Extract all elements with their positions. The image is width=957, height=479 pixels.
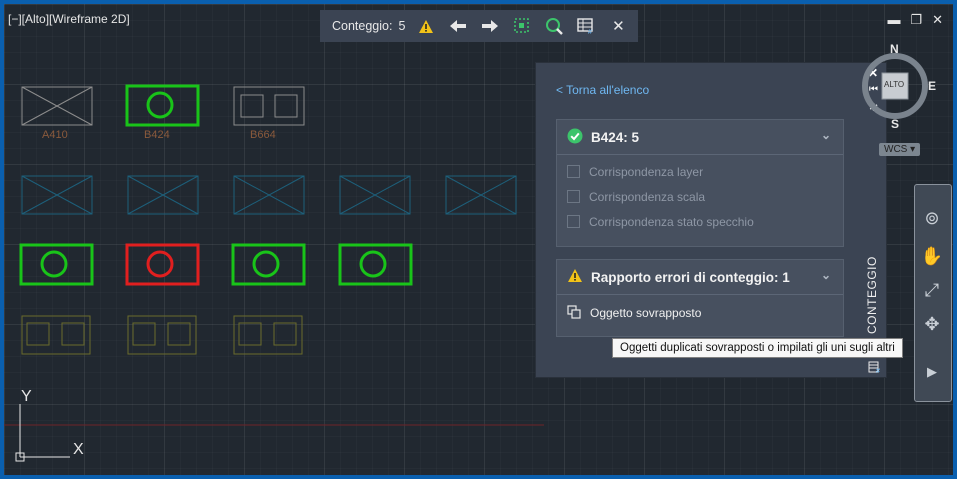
check-label: Corrispondenza scala [589, 189, 706, 204]
error-card-title: Rapporto errori di conteggio: 1 [591, 269, 790, 285]
block-b424-valid-1[interactable] [19, 243, 94, 286]
count-card-header[interactable]: B424: 5 ⌄ [557, 120, 843, 155]
pan-icon[interactable]: ✋ [919, 243, 945, 269]
orbit-icon[interactable]: ✥ [919, 311, 945, 337]
list-item[interactable]: Corrispondenza layer [557, 159, 843, 184]
block-b424-valid-2[interactable] [231, 243, 306, 286]
compass-north[interactable]: N [890, 42, 899, 56]
count-card: B424: 5 ⌄ Corrispondenza layer Corrispon… [556, 119, 844, 247]
insert-count-table-icon[interactable]: # [575, 15, 597, 37]
check-label: Corrispondenza layer [589, 164, 704, 179]
previous-arrow-icon[interactable] [447, 15, 469, 37]
block-b424-error[interactable] [125, 243, 200, 286]
svg-text:#: # [876, 368, 880, 374]
error-card-header[interactable]: Rapporto errori di conteggio: 1 ⌄ [557, 260, 843, 295]
drawing-viewport[interactable]: [−][Alto][Wireframe 2D] ▬ ❐ ✕ A410 B424 … [4, 4, 953, 475]
close-count-toolbar-button[interactable]: ✕ [607, 15, 629, 37]
tooltip: Oggetti duplicati sovrapposti o impilati… [612, 338, 903, 358]
showmotion-icon[interactable]: ▶ [919, 359, 945, 385]
restore-button[interactable]: ❐ [910, 12, 922, 28]
overlap-icon [567, 304, 581, 322]
viewport-window-controls: ▬ ❐ ✕ [887, 12, 943, 28]
select-objects-icon[interactable] [511, 15, 533, 37]
ucs-icon [15, 404, 70, 462]
warning-icon[interactable] [415, 15, 437, 37]
chevron-down-icon[interactable]: ⌄ [821, 128, 831, 142]
block-row-olive[interactable] [21, 315, 303, 355]
block-b664[interactable] [233, 86, 305, 126]
wcs-menu[interactable]: WCS ▾ [879, 143, 921, 156]
check-circle-icon [567, 128, 583, 147]
close-viewport-button[interactable]: ✕ [932, 12, 943, 28]
count-toolbar: Conteggio: 5 # ✕ [320, 10, 638, 42]
count-card-title: B424: 5 [591, 129, 640, 145]
back-to-list-link[interactable]: < Torna all'elenco [556, 83, 649, 97]
next-arrow-icon[interactable] [479, 15, 501, 37]
block-a410[interactable] [21, 86, 93, 126]
count-palette: < Torna all'elenco B424: 5 ⌄ Corrisponde… [535, 62, 887, 378]
count-value: 5 [398, 19, 406, 33]
list-item[interactable]: Corrispondenza stato specchio [557, 209, 843, 234]
steering-wheel-icon[interactable]: ⊚ [919, 205, 945, 231]
ucs-y-label: Y [21, 388, 32, 405]
zoom-to-object-icon[interactable] [543, 15, 565, 37]
compass-south[interactable]: S [891, 117, 899, 131]
count-label: Conteggio: [332, 19, 393, 33]
compass-east[interactable]: E [928, 79, 936, 93]
label-a410: A410 [42, 129, 68, 141]
minimize-button[interactable]: ▬ [887, 12, 900, 28]
label-b424: B424 [144, 129, 170, 141]
svg-text:#: # [588, 29, 592, 35]
block-b424-selected[interactable] [125, 84, 200, 127]
count-palette-icon: # [868, 360, 882, 379]
check-label: Corrispondenza stato specchio [589, 214, 754, 229]
navigation-bar: ⊚ ✋ ⤢ ✥ ▶ [914, 184, 952, 402]
block-row-crossed[interactable] [21, 175, 517, 215]
checkbox[interactable] [567, 215, 580, 228]
label-b664: B664 [250, 129, 276, 141]
checkbox[interactable] [567, 190, 580, 203]
overlapping-object-label: Oggetto sovrapposto [590, 306, 702, 320]
warning-icon [567, 268, 583, 286]
list-item[interactable]: Corrispondenza scala [557, 184, 843, 209]
checkbox[interactable] [567, 165, 580, 178]
zoom-extents-icon[interactable]: ⤢ [919, 277, 945, 303]
error-report-card: Rapporto errori di conteggio: 1 ⌄ Oggett… [556, 259, 844, 337]
viewcube-face[interactable]: ALTO [884, 80, 904, 89]
block-b424-valid-3[interactable] [338, 243, 413, 286]
ucs-x-label: X [73, 441, 84, 458]
chevron-down-icon[interactable]: ⌄ [821, 268, 831, 282]
overlapping-object-item[interactable]: Oggetto sovrapposto [557, 295, 843, 331]
drawing-canvas [4, 84, 544, 462]
